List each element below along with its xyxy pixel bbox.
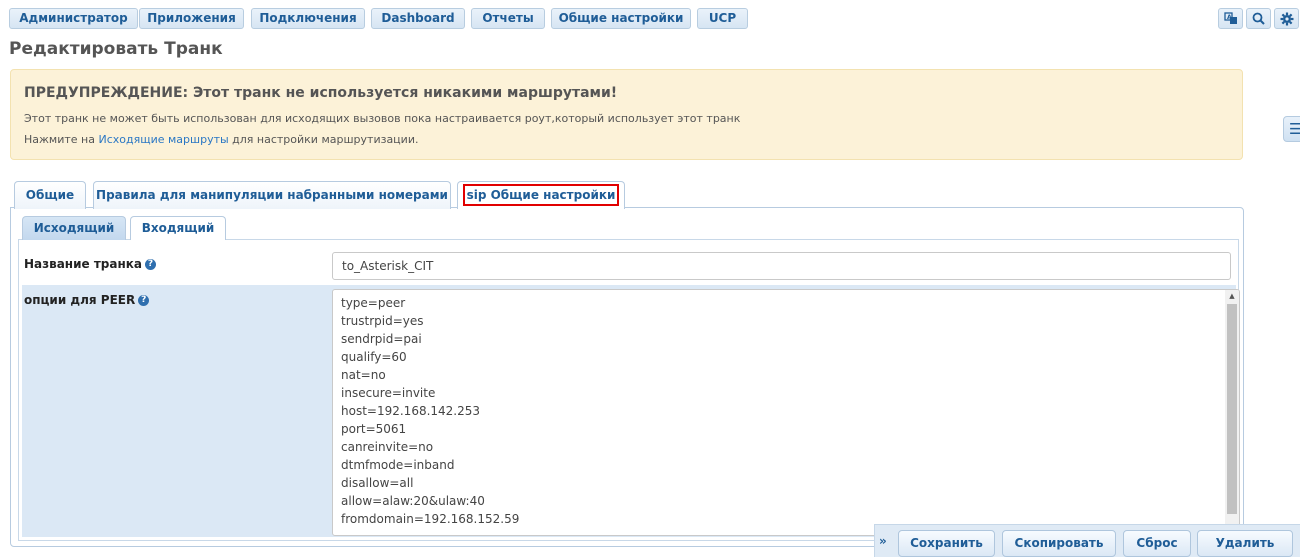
peer-line: nat=no	[341, 368, 386, 382]
peer-line: fromdomain=192.168.152.59	[341, 512, 520, 526]
svg-text:A: A	[1227, 14, 1232, 21]
language-icon[interactable]: A	[1218, 8, 1243, 29]
reset-button[interactable]: Сброс	[1123, 530, 1191, 557]
nav-reports[interactable]: Отчеты	[471, 8, 545, 29]
peer-options-label: опции для PEER?	[24, 293, 150, 307]
list-toggle-icon[interactable]: ☰	[1283, 116, 1300, 142]
warning-title: ПРЕДУПРЕЖДЕНИЕ: Этот транк не использует…	[24, 85, 618, 101]
peer-row-label-cell	[22, 285, 329, 537]
subtab-outgoing[interactable]: Исходящий	[22, 216, 126, 240]
peer-options-textarea[interactable]: type=peer trustrpid=yes sendrpid=pai qua…	[332, 289, 1240, 536]
warning-hint-prefix: Нажмите на	[24, 133, 99, 146]
trunk-name-label: Название транка?	[24, 257, 156, 271]
warning-hint-suffix: для настройки маршрутизации.	[228, 133, 419, 146]
peer-line: disallow=all	[341, 476, 414, 490]
nav-ucp[interactable]: UCP	[697, 8, 748, 29]
save-button[interactable]: Сохранить	[898, 530, 995, 557]
gear-icon[interactable]	[1274, 8, 1299, 29]
peer-line: qualify=60	[341, 350, 407, 364]
warning-text: Этот транк не может быть использован для…	[24, 112, 741, 125]
scroll-thumb[interactable]	[1227, 304, 1237, 514]
peer-line: allow=alaw:20&ulaw:40	[341, 494, 485, 508]
subtab-incoming[interactable]: Входящий	[130, 216, 226, 240]
collapse-chevron-icon[interactable]: »	[879, 534, 887, 548]
peer-options-label-text: опции для PEER	[24, 293, 136, 307]
warning-alert: ПРЕДУПРЕЖДЕНИЕ: Этот транк не использует…	[10, 69, 1243, 160]
language-icon-glyph: A	[1223, 12, 1237, 24]
tab-general[interactable]: Общие	[14, 181, 86, 209]
peer-line: dtmfmode=inband	[341, 458, 455, 472]
scroll-up-arrow-icon[interactable]: ▲	[1225, 290, 1239, 302]
peer-line: sendrpid=pai	[341, 332, 422, 346]
top-navigation: Администратор Приложения Подключения Das…	[0, 0, 1300, 36]
nav-admin[interactable]: Администратор	[9, 8, 138, 29]
trunk-name-input[interactable]: to_Asterisk_CIT	[332, 252, 1231, 280]
peer-line: canreinvite=no	[341, 440, 434, 454]
nav-connectivity[interactable]: Подключения	[251, 8, 365, 29]
search-icon[interactable]	[1246, 8, 1271, 29]
nav-settings[interactable]: Общие настройки	[551, 8, 691, 29]
tab-dial-rules[interactable]: Правила для манипуляции набранными номер…	[93, 181, 451, 209]
gear-icon-glyph	[1280, 12, 1293, 26]
tab-sip-settings-label[interactable]: sip Общие настройки	[463, 184, 619, 206]
delete-button[interactable]: Удалить	[1197, 530, 1293, 557]
peer-line: trustrpid=yes	[341, 314, 424, 328]
help-icon[interactable]: ?	[138, 295, 150, 306]
peer-line: host=192.168.142.253	[341, 404, 481, 418]
textarea-scrollbar[interactable]: ▲ ▼	[1225, 290, 1239, 535]
outbound-routes-link[interactable]: Исходящие маршруты	[98, 133, 228, 146]
warning-hint: Нажмите на Исходящие маршруты для настро…	[24, 133, 418, 146]
peer-line: type=peer	[341, 296, 406, 310]
nav-applications[interactable]: Приложения	[139, 8, 244, 29]
page-title: Редактировать Транк	[9, 39, 223, 59]
peer-line: insecure=invite	[341, 386, 436, 400]
peer-line: port=5061	[341, 422, 407, 436]
help-icon[interactable]: ?	[145, 259, 156, 270]
trunk-name-label-text: Название транка	[24, 257, 142, 271]
nav-dashboard[interactable]: Dashboard	[371, 8, 465, 29]
search-icon-glyph	[1252, 12, 1265, 25]
copy-button[interactable]: Скопировать	[1002, 530, 1116, 557]
